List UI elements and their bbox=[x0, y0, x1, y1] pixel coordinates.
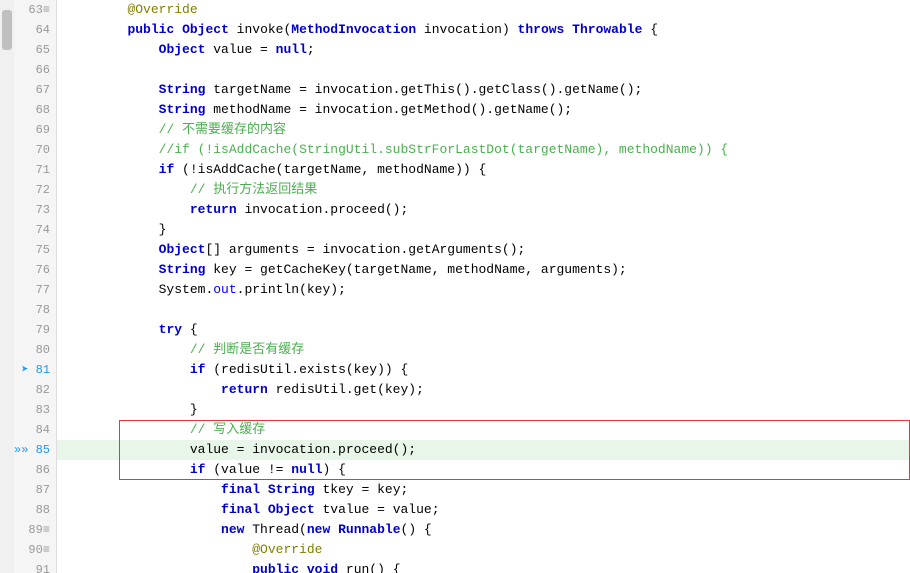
code-text-90: @Override bbox=[57, 540, 910, 560]
code-text-75: Object[] arguments = invocation.getArgum… bbox=[57, 240, 910, 260]
code-text-63: @Override bbox=[57, 0, 910, 20]
code-text-74: } bbox=[57, 220, 910, 240]
code-line-68: String methodName = invocation.getMethod… bbox=[57, 100, 910, 120]
line-num-63: 63≡ bbox=[14, 0, 56, 20]
code-line-64: public Object invoke(MethodInvocation in… bbox=[57, 20, 910, 40]
code-text-83: } bbox=[57, 400, 910, 420]
code-text-86: if (value != null) { bbox=[57, 460, 910, 480]
line-num-83: 83 bbox=[14, 400, 56, 420]
code-line-91: public void run() { bbox=[57, 560, 910, 573]
code-text-84: // 写入缓存 bbox=[57, 420, 910, 440]
line-numbers: 63≡ 64 65 66 67 68 69 70 71 72 73 74 75 … bbox=[14, 0, 57, 573]
code-line-80: // 判断是否有缓存 bbox=[57, 340, 910, 360]
line-num-76: 76 bbox=[14, 260, 56, 280]
line-num-88: 88 bbox=[14, 500, 56, 520]
code-line-78 bbox=[57, 300, 910, 320]
line-num-70: 70 bbox=[14, 140, 56, 160]
code-line-79: try { bbox=[57, 320, 910, 340]
code-text-87: final String tkey = key; bbox=[57, 480, 910, 500]
code-text-81: if (redisUtil.exists(key)) { bbox=[57, 360, 910, 380]
line-num-84: 84 bbox=[14, 420, 56, 440]
line-num-69: 69 bbox=[14, 120, 56, 140]
code-text-70: //if (!isAddCache(StringUtil.subStrForLa… bbox=[57, 140, 910, 160]
code-text-76: String key = getCacheKey(targetName, met… bbox=[57, 260, 910, 280]
line-num-75: 75 bbox=[14, 240, 56, 260]
line-num-72: 72 bbox=[14, 180, 56, 200]
code-text-69: // 不需要缓存的内容 bbox=[57, 120, 910, 140]
code-text-85: value = invocation.proceed(); bbox=[57, 440, 910, 460]
code-text-64: public Object invoke(MethodInvocation in… bbox=[57, 20, 910, 40]
code-text-71: if (!isAddCache(targetName, methodName))… bbox=[57, 160, 910, 180]
code-line-83: } bbox=[57, 400, 910, 420]
line-num-78: 78 bbox=[14, 300, 56, 320]
code-line-65: Object value = null; bbox=[57, 40, 910, 60]
code-text-66 bbox=[57, 60, 910, 80]
code-line-70: //if (!isAddCache(StringUtil.subStrForLa… bbox=[57, 140, 910, 160]
code-line-63: @Override bbox=[57, 0, 910, 20]
line-num-77: 77 bbox=[14, 280, 56, 300]
code-text-80: // 判断是否有缓存 bbox=[57, 340, 910, 360]
line-num-74: 74 bbox=[14, 220, 56, 240]
line-num-87: 87 bbox=[14, 480, 56, 500]
code-line-84: // 写入缓存 bbox=[57, 420, 910, 440]
code-line-66 bbox=[57, 60, 910, 80]
code-line-69: // 不需要缓存的内容 bbox=[57, 120, 910, 140]
code-text-79: try { bbox=[57, 320, 910, 340]
code-text-91: public void run() { bbox=[57, 560, 910, 573]
code-line-82: return redisUtil.get(key); bbox=[57, 380, 910, 400]
code-line-72: // 执行方法返回结果 bbox=[57, 180, 910, 200]
line-num-81: ➤ 81 bbox=[14, 360, 56, 380]
code-line-86: if (value != null) { bbox=[57, 460, 910, 480]
code-line-67: String targetName = invocation.getThis()… bbox=[57, 80, 910, 100]
code-line-87: final String tkey = key; bbox=[57, 480, 910, 500]
line-num-86: 86 bbox=[14, 460, 56, 480]
line-num-66: 66 bbox=[14, 60, 56, 80]
code-text-82: return redisUtil.get(key); bbox=[57, 380, 910, 400]
line-num-64: 64 bbox=[14, 20, 56, 40]
code-line-73: return invocation.proceed(); bbox=[57, 200, 910, 220]
line-num-82: 82 bbox=[14, 380, 56, 400]
line-num-90: 90≡ bbox=[14, 540, 56, 560]
code-line-71: if (!isAddCache(targetName, methodName))… bbox=[57, 160, 910, 180]
line-num-65: 65 bbox=[14, 40, 56, 60]
editor-container: 63≡ 64 65 66 67 68 69 70 71 72 73 74 75 … bbox=[0, 0, 910, 573]
line-num-80: 80 bbox=[14, 340, 56, 360]
code-line-74: } bbox=[57, 220, 910, 240]
code-line-75: Object[] arguments = invocation.getArgum… bbox=[57, 240, 910, 260]
code-text-77: System.out.println(key); bbox=[57, 280, 910, 300]
left-scrollbar[interactable] bbox=[0, 0, 14, 573]
line-num-73: 73 bbox=[14, 200, 56, 220]
code-text-73: return invocation.proceed(); bbox=[57, 200, 910, 220]
scrollbar-thumb bbox=[2, 10, 12, 50]
code-content: @Override public Object invoke(MethodInv… bbox=[57, 0, 910, 573]
code-text-88: final Object tvalue = value; bbox=[57, 500, 910, 520]
line-num-67: 67 bbox=[14, 80, 56, 100]
code-line-85: value = invocation.proceed(); bbox=[57, 440, 910, 460]
line-num-68: 68 bbox=[14, 100, 56, 120]
code-text-89: new Thread(new Runnable() { bbox=[57, 520, 910, 540]
line-num-89: 89≡ bbox=[14, 520, 56, 540]
code-text-72: // 执行方法返回结果 bbox=[57, 180, 910, 200]
code-line-81: if (redisUtil.exists(key)) { bbox=[57, 360, 910, 380]
code-line-88: final Object tvalue = value; bbox=[57, 500, 910, 520]
line-num-85: »» 85 bbox=[14, 440, 56, 460]
code-line-90: @Override bbox=[57, 540, 910, 560]
code-line-76: String key = getCacheKey(targetName, met… bbox=[57, 260, 910, 280]
code-text-65: Object value = null; bbox=[57, 40, 910, 60]
code-line-77: System.out.println(key); bbox=[57, 280, 910, 300]
line-num-79: 79 bbox=[14, 320, 56, 340]
code-line-89: new Thread(new Runnable() { bbox=[57, 520, 910, 540]
code-text-67: String targetName = invocation.getThis()… bbox=[57, 80, 910, 100]
red-border-region: // 写入缓存 value = invocation.proceed(); if… bbox=[57, 420, 910, 480]
code-text-78 bbox=[57, 300, 910, 320]
line-num-71: 71 bbox=[14, 160, 56, 180]
line-num-91: 91 bbox=[14, 560, 56, 573]
code-text-68: String methodName = invocation.getMethod… bbox=[57, 100, 910, 120]
